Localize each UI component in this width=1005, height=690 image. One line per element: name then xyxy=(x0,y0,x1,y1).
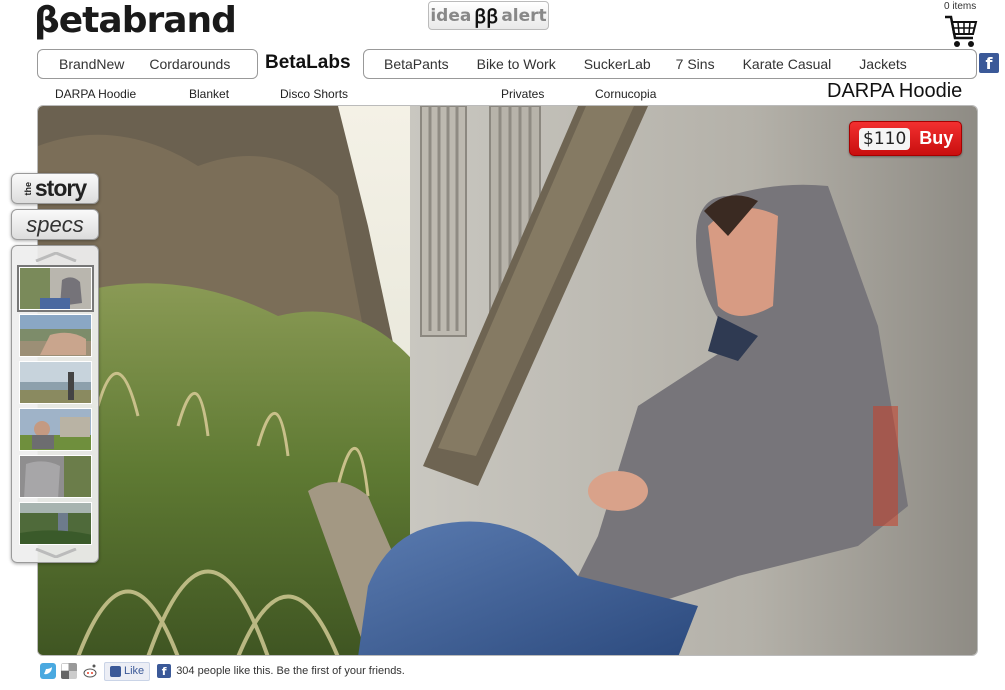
main-nav-left: BrandNew Cordarounds xyxy=(37,49,258,79)
main-nav-right: BetaPants Bike to Work SuckerLab 7 Sins … xyxy=(363,49,977,79)
specs-label: specs xyxy=(26,211,84,237)
buy-button[interactable]: $110 Buy xyxy=(849,121,962,156)
social-bar: Like f 304 people like this. Be the firs… xyxy=(40,661,405,681)
story-label: story xyxy=(34,175,87,201)
thumbnail-3[interactable] xyxy=(19,361,92,404)
hero-photo xyxy=(37,105,978,656)
story-the-label: the xyxy=(22,181,33,196)
alert-label: alert xyxy=(501,5,547,26)
beta-mark-icon: ꞵꞵ xyxy=(474,5,499,28)
nav-brandnew[interactable]: BrandNew xyxy=(59,56,124,72)
thumbnail-6[interactable] xyxy=(19,502,92,545)
thumb-down-arrow-icon[interactable] xyxy=(34,548,78,558)
subnav-blanket[interactable]: Blanket xyxy=(189,87,229,101)
subnav-disco-shorts[interactable]: Disco Shorts xyxy=(280,87,348,101)
page-root: βetabrand idea ꞵꞵ alert 0 items f BrandN… xyxy=(0,0,1005,690)
price-tag: $110 xyxy=(859,127,911,150)
facebook-icon[interactable]: f xyxy=(979,53,999,73)
nav-jackets[interactable]: Jackets xyxy=(859,56,906,72)
product-title: DARPA Hoodie xyxy=(827,80,963,102)
idea-alert-button[interactable]: idea ꞵꞵ alert xyxy=(428,1,549,30)
thumbnail-strip xyxy=(11,245,99,563)
nav-cordarounds[interactable]: Cordarounds xyxy=(149,56,230,72)
thumbnail-4[interactable] xyxy=(19,408,92,451)
shopping-cart-icon[interactable] xyxy=(944,14,978,50)
betabrand-logo[interactable]: βetabrand xyxy=(34,0,237,41)
thumb-up-arrow-icon[interactable] xyxy=(34,252,78,262)
facebook-small-icon: f xyxy=(157,664,172,678)
twitter-icon[interactable] xyxy=(40,663,56,679)
story-tab[interactable]: the story xyxy=(11,173,99,204)
idea-label: idea xyxy=(430,5,472,26)
thumbnail-5[interactable] xyxy=(19,455,92,498)
nav-current-betalabs[interactable]: BetaLabs xyxy=(265,52,351,74)
nav-7-sins[interactable]: 7 Sins xyxy=(676,56,715,72)
specs-tab[interactable]: specs xyxy=(11,209,99,240)
facebook-like-button[interactable]: Like xyxy=(104,661,151,681)
like-count-text: 304 people like this. Be the first of yo… xyxy=(176,665,405,677)
delicious-icon[interactable] xyxy=(61,663,77,679)
cart-count[interactable]: 0 items xyxy=(944,1,976,12)
nav-bike-to-work[interactable]: Bike to Work xyxy=(477,56,556,72)
like-label: Like xyxy=(124,665,145,677)
nav-karate-casual[interactable]: Karate Casual xyxy=(743,56,832,72)
subnav-cornucopia[interactable]: Cornucopia xyxy=(595,87,656,101)
subnav-privates[interactable]: Privates xyxy=(501,87,544,101)
nav-suckerlab[interactable]: SuckerLab xyxy=(584,56,651,72)
subnav-darpa-hoodie[interactable]: DARPA Hoodie xyxy=(55,87,136,101)
nav-betapants[interactable]: BetaPants xyxy=(384,56,449,72)
buy-label: Buy xyxy=(919,128,954,148)
thumbnail-2[interactable] xyxy=(19,314,92,357)
reddit-icon[interactable] xyxy=(82,663,98,679)
thumbs-up-icon xyxy=(110,665,121,677)
thumbnail-1[interactable] xyxy=(17,265,94,312)
